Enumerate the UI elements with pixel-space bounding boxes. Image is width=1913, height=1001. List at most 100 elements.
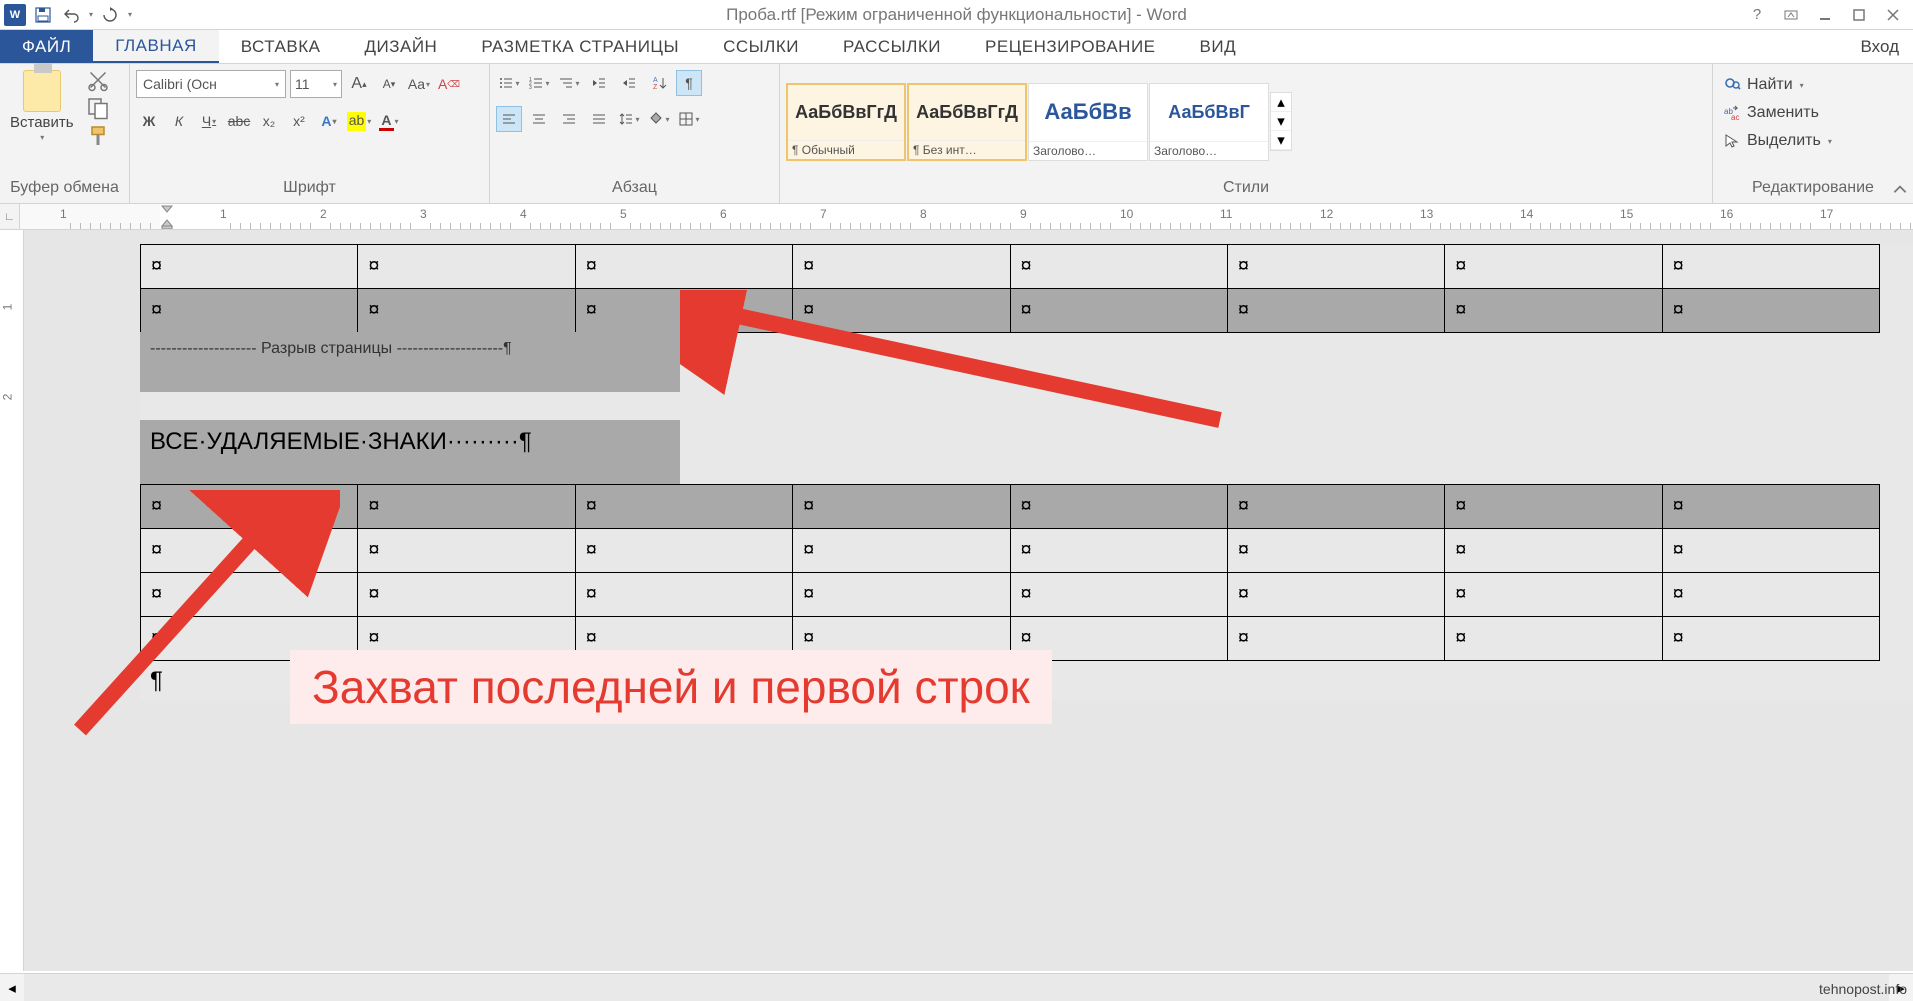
bold-button[interactable]: Ж xyxy=(136,108,162,134)
paste-button[interactable]: Вставить ▾ xyxy=(6,68,78,144)
multilevel-list-button[interactable]: ▾ xyxy=(556,70,582,96)
replace-button[interactable]: abac Заменить xyxy=(1719,102,1836,124)
indent-marker-icon[interactable] xyxy=(160,204,174,230)
table-cell[interactable]: ¤ xyxy=(575,485,792,529)
table-cell[interactable]: ¤ xyxy=(1445,573,1662,617)
select-button[interactable]: Выделить▾ xyxy=(1719,130,1836,152)
horizontal-ruler[interactable]: ∟ 11234567891011121314151617 xyxy=(0,204,1913,230)
table-cell[interactable]: ¤ xyxy=(1662,617,1879,661)
show-formatting-button[interactable]: ¶ xyxy=(676,70,702,96)
table-cell[interactable]: ¤ xyxy=(1010,617,1227,661)
font-size-combobox[interactable]: 11▾ xyxy=(290,70,342,98)
table-cell[interactable]: ¤ xyxy=(793,529,1010,573)
table-cell[interactable]: ¤ xyxy=(793,245,1010,289)
format-painter-icon[interactable] xyxy=(86,124,110,148)
table-cell[interactable]: ¤ xyxy=(141,529,358,573)
tab-view[interactable]: ВИД xyxy=(1178,30,1259,63)
styles-scroll-down-icon[interactable]: ▾ xyxy=(1271,112,1291,131)
table-cell[interactable]: ¤ xyxy=(141,573,358,617)
decrease-indent-button[interactable] xyxy=(586,70,612,96)
tab-design[interactable]: ДИЗАЙН xyxy=(342,30,459,63)
style-heading-1[interactable]: АаБбВв Заголово… xyxy=(1028,83,1148,161)
table-1[interactable]: ¤ ¤ ¤ ¤ ¤ ¤ ¤ ¤ ¤ ¤ ¤ ¤ ¤ ¤ ¤ ¤ xyxy=(140,244,1880,333)
table-cell[interactable]: ¤ xyxy=(1227,573,1444,617)
paragraph-mark[interactable]: ¶ xyxy=(140,661,1913,701)
table-cell[interactable]: ¤ xyxy=(575,529,792,573)
line-spacing-button[interactable]: ▾ xyxy=(616,106,642,132)
increase-indent-button[interactable] xyxy=(616,70,642,96)
table-row[interactable]: ¤ ¤ ¤ ¤ ¤ ¤ ¤ ¤ xyxy=(141,289,1880,333)
table-cell[interactable]: ¤ xyxy=(1010,245,1227,289)
tab-review[interactable]: РЕЦЕНЗИРОВАНИЕ xyxy=(963,30,1178,63)
align-right-button[interactable] xyxy=(556,106,582,132)
table-cell[interactable]: ¤ xyxy=(1010,573,1227,617)
tab-selector-icon[interactable]: ∟ xyxy=(0,204,20,229)
table-cell[interactable]: ¤ xyxy=(1445,245,1662,289)
table-cell[interactable]: ¤ xyxy=(1227,289,1444,333)
underline-button[interactable]: Ч▾ xyxy=(196,108,222,134)
table-row[interactable]: ¤ ¤ ¤ ¤ ¤ ¤ ¤ ¤ xyxy=(141,617,1880,661)
table-cell[interactable]: ¤ xyxy=(1662,245,1879,289)
table-cell[interactable]: ¤ xyxy=(1445,485,1662,529)
tab-references[interactable]: ССЫЛКИ xyxy=(701,30,821,63)
horizontal-scrollbar[interactable]: ◂ ▸ xyxy=(0,973,1913,1001)
selected-text-block[interactable]: ВСЕ·УДАЛЯЕМЫЕ·ЗНАКИ·········¶ xyxy=(140,420,680,484)
table-2[interactable]: ¤ ¤ ¤ ¤ ¤ ¤ ¤ ¤ ¤ ¤ ¤ ¤ ¤ ¤ ¤ ¤ ¤ ¤ xyxy=(140,484,1880,661)
italic-button[interactable]: К xyxy=(166,108,192,134)
table-cell[interactable]: ¤ xyxy=(575,573,792,617)
table-cell[interactable]: ¤ xyxy=(575,289,792,333)
styles-expand-icon[interactable]: ▾ xyxy=(1271,131,1291,150)
page-break-indicator[interactable]: -------------------- Разрыв страницы ---… xyxy=(140,332,680,392)
styles-gallery-more[interactable]: ▴ ▾ ▾ xyxy=(1270,92,1292,151)
tab-layout[interactable]: РАЗМЕТКА СТРАНИЦЫ xyxy=(459,30,701,63)
table-cell[interactable]: ¤ xyxy=(141,617,358,661)
table-row[interactable]: ¤ ¤ ¤ ¤ ¤ ¤ ¤ ¤ xyxy=(141,573,1880,617)
table-cell[interactable]: ¤ xyxy=(793,485,1010,529)
table-cell[interactable]: ¤ xyxy=(575,245,792,289)
login-link[interactable]: Вход xyxy=(1847,30,1913,63)
table-cell[interactable]: ¤ xyxy=(358,245,575,289)
table-cell[interactable]: ¤ xyxy=(358,485,575,529)
table-cell[interactable]: ¤ xyxy=(1662,485,1879,529)
align-left-button[interactable] xyxy=(496,106,522,132)
scroll-left-icon[interactable]: ◂ xyxy=(0,974,24,1001)
strikethrough-button[interactable]: abc xyxy=(226,108,252,134)
save-icon[interactable] xyxy=(32,4,54,26)
bullets-button[interactable]: ▾ xyxy=(496,70,522,96)
table-cell[interactable]: ¤ xyxy=(793,617,1010,661)
justify-button[interactable] xyxy=(586,106,612,132)
table-cell[interactable]: ¤ xyxy=(1010,485,1227,529)
table-cell[interactable]: ¤ xyxy=(141,289,358,333)
table-cell[interactable]: ¤ xyxy=(1227,245,1444,289)
table-cell[interactable]: ¤ xyxy=(358,617,575,661)
table-cell[interactable]: ¤ xyxy=(141,485,358,529)
find-button[interactable]: Найти▾ xyxy=(1719,74,1836,96)
tab-file[interactable]: ФАЙЛ xyxy=(0,30,93,63)
maximize-icon[interactable] xyxy=(1847,3,1871,27)
table-cell[interactable]: ¤ xyxy=(1227,485,1444,529)
shrink-font-button[interactable]: A▾ xyxy=(376,71,402,97)
table-cell[interactable]: ¤ xyxy=(1662,573,1879,617)
table-row[interactable]: ¤ ¤ ¤ ¤ ¤ ¤ ¤ ¤ xyxy=(141,245,1880,289)
cut-icon[interactable] xyxy=(86,68,110,92)
table-cell[interactable]: ¤ xyxy=(793,573,1010,617)
help-icon[interactable]: ? xyxy=(1745,3,1769,27)
tab-mailings[interactable]: РАССЫЛКИ xyxy=(821,30,963,63)
numbering-button[interactable]: 123▾ xyxy=(526,70,552,96)
style-heading-2[interactable]: АаБбВвГ Заголово… xyxy=(1149,83,1269,161)
table-row[interactable]: ¤ ¤ ¤ ¤ ¤ ¤ ¤ ¤ xyxy=(141,529,1880,573)
styles-scroll-up-icon[interactable]: ▴ xyxy=(1271,93,1291,112)
table-cell[interactable]: ¤ xyxy=(358,289,575,333)
shading-button[interactable]: ▾ xyxy=(646,106,672,132)
table-cell[interactable]: ¤ xyxy=(1010,289,1227,333)
table-cell[interactable]: ¤ xyxy=(1445,289,1662,333)
align-center-button[interactable] xyxy=(526,106,552,132)
copy-icon[interactable] xyxy=(86,96,110,120)
undo-icon[interactable] xyxy=(60,4,82,26)
minimize-icon[interactable] xyxy=(1813,3,1837,27)
clear-formatting-button[interactable]: A⌫ xyxy=(436,71,462,97)
subscript-button[interactable]: x₂ xyxy=(256,108,282,134)
style-no-spacing[interactable]: АаБбВвГгД ¶ Без инт… xyxy=(907,83,1027,161)
table-cell[interactable]: ¤ xyxy=(575,617,792,661)
style-normal[interactable]: АаБбВвГгД ¶ Обычный xyxy=(786,83,906,161)
